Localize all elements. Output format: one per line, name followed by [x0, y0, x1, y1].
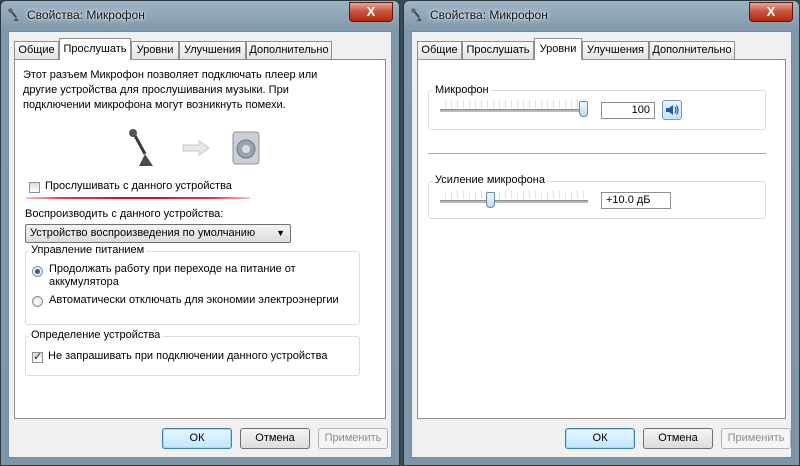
right-properties-window: Свойства: Микрофон X Общие Прослушать Ур…	[403, 0, 800, 466]
playback-device-value: Устройство воспроизведения по умолчанию	[30, 227, 256, 239]
apply-button[interactable]: Применить	[318, 428, 388, 449]
power-option-continue-label[interactable]: Продолжать работу при переходе на питани…	[49, 263, 319, 289]
mic-level-label: Микрофон	[433, 84, 491, 96]
speaker-icon	[666, 105, 679, 115]
power-auto-off-radio[interactable]	[32, 296, 43, 307]
microphone-icon	[411, 8, 422, 21]
window-title: Свойства: Микрофон	[27, 8, 145, 22]
detect-checkbox[interactable]	[32, 350, 43, 363]
tab-advanced[interactable]: Дополнительно	[246, 41, 332, 59]
power-group-title: Управление питанием	[29, 244, 147, 256]
playback-device-dropdown[interactable]: Устройство воспроизведения по умолчанию …	[25, 224, 291, 243]
detect-checkbox-label[interactable]: Не запрашивать при подключении данного у…	[48, 350, 327, 362]
listen-panel: Этот разъем Микрофон позволяет подключат…	[14, 59, 386, 419]
arrow-right-icon	[182, 140, 210, 156]
microphone-illustration-icon	[129, 129, 153, 166]
tab-levels[interactable]: Уровни	[534, 38, 582, 60]
mic-slider-ticks	[440, 100, 588, 108]
close-button[interactable]: X	[749, 2, 793, 22]
tab-enhancements[interactable]: Улучшения	[582, 41, 649, 59]
boost-slider-thumb[interactable]	[485, 192, 495, 208]
separator	[428, 153, 766, 155]
microphone-icon	[8, 8, 19, 21]
mic-boost-slider[interactable]	[440, 200, 588, 203]
cancel-button[interactable]: Отмена	[240, 428, 310, 449]
ok-button[interactable]: ОК	[162, 428, 232, 449]
dialog-client: Общие Прослушать Уровни Улучшения Дополн…	[8, 31, 392, 458]
left-properties-window: Свойства: Микрофон X Общие Прослушать Ур…	[0, 0, 400, 466]
listen-description: Этот разъем Микрофон позволяет подключат…	[23, 69, 318, 111]
tab-levels[interactable]: Уровни	[131, 41, 179, 59]
mic-boost-label: Усиление микрофона	[433, 174, 547, 186]
boost-slider-ticks	[440, 191, 588, 199]
tab-general[interactable]: Общие	[417, 41, 462, 59]
detect-group-title: Определение устройства	[29, 329, 163, 341]
close-button[interactable]: X	[349, 2, 393, 22]
tab-enhancements[interactable]: Улучшения	[179, 41, 246, 59]
mic-slider-thumb[interactable]	[579, 101, 588, 117]
tab-listen[interactable]: Прослушать	[59, 38, 131, 60]
chevron-down-icon: ▼	[276, 228, 285, 238]
ok-button[interactable]: ОК	[565, 428, 635, 449]
speaker-illustration-icon	[232, 131, 260, 165]
red-annotation-underline	[25, 197, 251, 199]
listen-checkbox[interactable]	[29, 182, 40, 193]
playback-label: Воспроизводить с данного устройства:	[25, 208, 224, 220]
apply-button[interactable]: Применить	[721, 428, 791, 449]
cancel-button[interactable]: Отмена	[643, 428, 713, 449]
tab-general[interactable]: Общие	[14, 41, 59, 59]
dialog-client: Общие Прослушать Уровни Улучшения Дополн…	[411, 31, 792, 458]
window-title: Свойства: Микрофон	[430, 8, 548, 22]
levels-panel: Микрофон 100 Усиление микрофона +10.0 дБ	[417, 59, 786, 419]
mic-boost-value[interactable]: +10.0 дБ	[601, 192, 671, 209]
left-titlebar[interactable]: Свойства: Микрофон X	[1, 1, 399, 29]
listen-checkbox-label[interactable]: Прослушивать с данного устройства	[45, 180, 232, 192]
mic-level-slider[interactable]	[440, 109, 588, 112]
mic-level-value[interactable]: 100	[601, 102, 655, 119]
tab-advanced[interactable]: Дополнительно	[649, 41, 735, 59]
power-option-auto-off-label[interactable]: Автоматически отключать для экономии эле…	[49, 294, 339, 306]
mute-button[interactable]	[662, 100, 682, 120]
tab-listen[interactable]: Прослушать	[462, 41, 534, 59]
power-continue-radio[interactable]	[32, 266, 43, 277]
right-titlebar[interactable]: Свойства: Микрофон X	[404, 1, 799, 29]
